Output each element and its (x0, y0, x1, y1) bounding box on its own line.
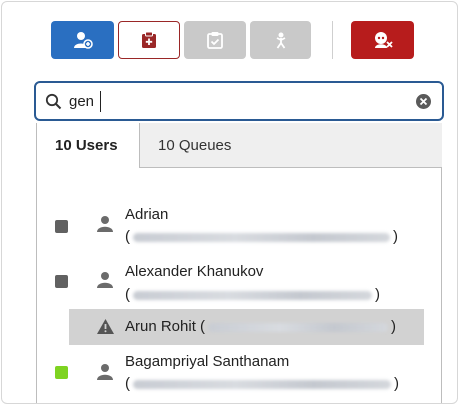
user-email: () (125, 286, 380, 303)
status-indicator (55, 366, 68, 379)
task-button[interactable] (118, 21, 180, 59)
toolbar-divider (332, 21, 333, 59)
add-participant-button[interactable] (51, 21, 114, 59)
window-frame: 10 Users 10 Queues Adrian () Alexander K… (1, 1, 458, 404)
clipboard-check-icon (207, 31, 223, 49)
tab-users[interactable]: 10 Users (37, 123, 139, 168)
person-off-icon (372, 31, 394, 49)
person-transfer-icon (273, 31, 289, 49)
user-email: () (125, 375, 399, 392)
tab-queues[interactable]: 10 Queues (139, 123, 442, 168)
obscured-email (208, 322, 389, 332)
status-indicator (55, 275, 68, 288)
status-indicator (55, 220, 68, 233)
user-name: Adrian (125, 206, 169, 223)
obscured-email (133, 290, 372, 300)
search-icon (45, 93, 62, 115)
person-icon (96, 215, 114, 238)
person-add-icon (73, 31, 93, 49)
warning-icon (96, 318, 115, 340)
user-name-with-email: Arun Rohit () (125, 318, 397, 335)
person-icon (96, 363, 114, 386)
text-cursor (100, 91, 101, 112)
user-email: () (125, 228, 398, 245)
search-input[interactable] (69, 89, 409, 113)
search-box (34, 81, 444, 121)
obscured-email (133, 232, 390, 242)
user-name: Bagampriyal Santhanam (125, 353, 290, 370)
obscured-email (133, 379, 391, 389)
clipboard-plus-icon (141, 31, 157, 49)
person-icon (96, 271, 114, 294)
clear-icon[interactable] (415, 93, 432, 115)
clipboard-button[interactable] (184, 21, 246, 59)
user-name: Alexander Khanukov (125, 263, 264, 280)
go-offline-button[interactable] (351, 21, 414, 59)
transfer-button[interactable] (250, 21, 311, 59)
